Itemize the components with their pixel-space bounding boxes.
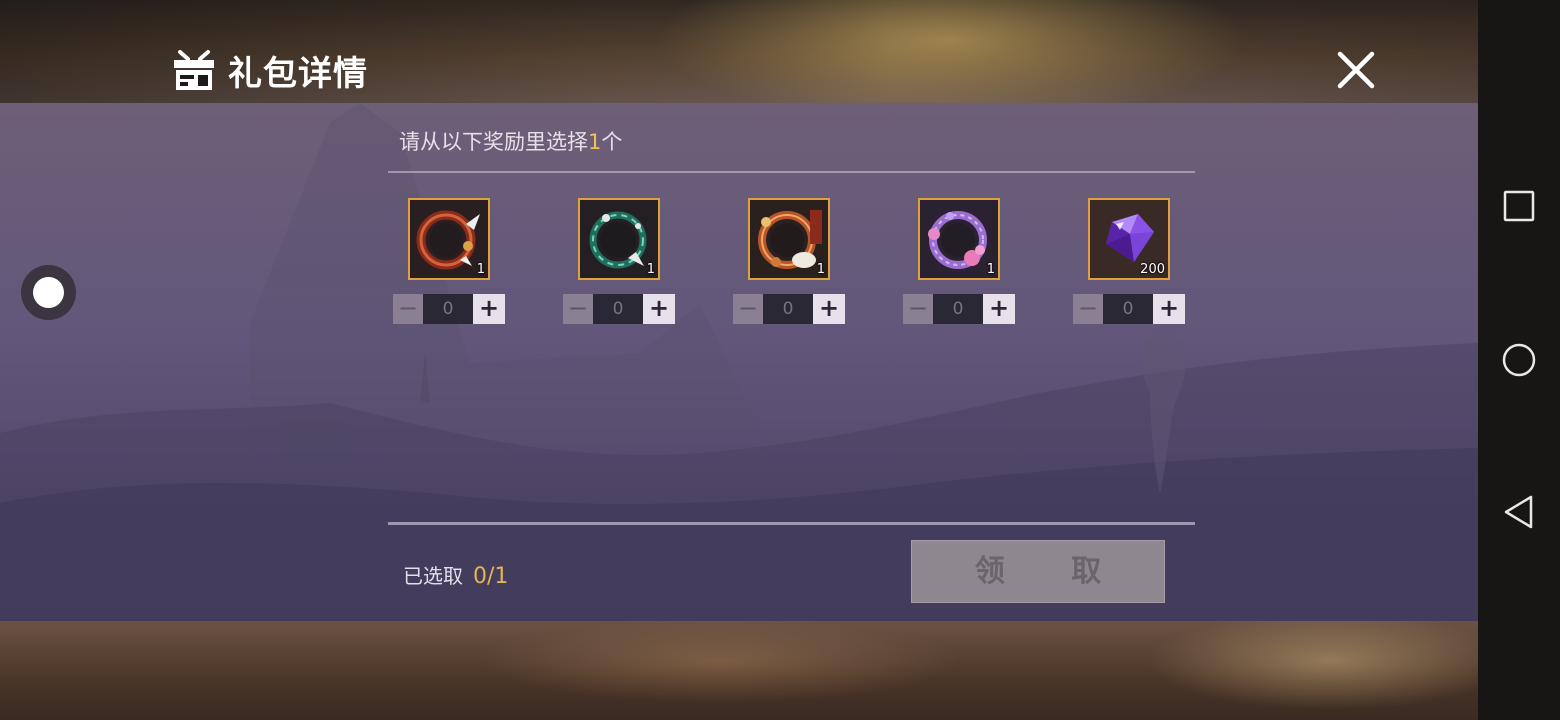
square-recents-icon[interactable] xyxy=(1501,188,1537,224)
game-screen: 礼包详情 请从以下奖励里选择1个 1 − 0 + 1 − 0 + 1 − 0 +… xyxy=(0,0,1478,720)
reward-icon-slot[interactable]: 1 xyxy=(578,198,660,280)
reward-icon-slot[interactable]: 1 xyxy=(748,198,830,280)
reward-amount: 1 xyxy=(476,262,485,277)
quantity-stepper: − 0 + xyxy=(733,294,845,324)
prompt-prefix: 请从以下奖励里选择 xyxy=(399,130,588,154)
triangle-back-icon[interactable] xyxy=(1501,494,1537,530)
title-area: 礼包详情 xyxy=(172,46,368,94)
selected-label: 已选取 xyxy=(403,564,463,588)
reward-item: 1 − 0 + xyxy=(903,198,1015,328)
quantity-value: 0 xyxy=(763,294,813,324)
quantity-value: 0 xyxy=(933,294,983,324)
increase-button[interactable]: + xyxy=(813,294,845,324)
page-title: 礼包详情 xyxy=(228,53,368,94)
reward-amount: 200 xyxy=(1140,262,1165,277)
quantity-value: 0 xyxy=(1103,294,1153,324)
circle-home-icon[interactable] xyxy=(1501,342,1537,378)
prompt-suffix: 个 xyxy=(601,130,623,154)
quantity-stepper: − 0 + xyxy=(1073,294,1185,324)
close-icon[interactable] xyxy=(1334,48,1378,92)
quantity-stepper: − 0 + xyxy=(393,294,505,324)
reward-item: 1 − 0 + xyxy=(563,198,675,328)
increase-button[interactable]: + xyxy=(473,294,505,324)
background-mountains xyxy=(0,103,1478,621)
bottom-divider xyxy=(388,522,1195,525)
reward-icon-slot[interactable]: 200 xyxy=(1088,198,1170,280)
increase-button[interactable]: + xyxy=(643,294,675,324)
reward-item: 200 − 0 + xyxy=(1073,198,1185,328)
floating-button-dot xyxy=(33,277,64,308)
selection-prompt: 请从以下奖励里选择1个 xyxy=(399,126,622,156)
gift-box-icon xyxy=(174,50,214,90)
quantity-stepper: − 0 + xyxy=(563,294,675,324)
prompt-count: 1 xyxy=(588,130,602,154)
reward-amount: 1 xyxy=(646,262,655,277)
decrease-button[interactable]: − xyxy=(733,294,763,324)
claim-button[interactable]: 领 取 xyxy=(911,540,1165,603)
selected-count: 0/1 xyxy=(473,564,509,589)
quantity-value: 0 xyxy=(423,294,473,324)
decrease-button[interactable]: − xyxy=(903,294,933,324)
decrease-button[interactable]: − xyxy=(393,294,423,324)
system-nav-bar xyxy=(1478,0,1560,720)
reward-icon-slot[interactable]: 1 xyxy=(918,198,1000,280)
bottom-background xyxy=(0,621,1478,720)
quantity-stepper: − 0 + xyxy=(903,294,1015,324)
reward-amount: 1 xyxy=(816,262,825,277)
reward-amount: 1 xyxy=(986,262,995,277)
increase-button[interactable]: + xyxy=(1153,294,1185,324)
reward-icon-slot[interactable]: 1 xyxy=(408,198,490,280)
decrease-button[interactable]: − xyxy=(563,294,593,324)
increase-button[interactable]: + xyxy=(983,294,1015,324)
decrease-button[interactable]: − xyxy=(1073,294,1103,324)
top-divider xyxy=(388,171,1195,173)
quantity-value: 0 xyxy=(593,294,643,324)
reward-item: 1 − 0 + xyxy=(733,198,845,328)
reward-item: 1 − 0 + xyxy=(393,198,505,328)
selected-counter: 已选取 0/1 xyxy=(403,560,508,589)
floating-assistive-button[interactable] xyxy=(21,265,76,320)
